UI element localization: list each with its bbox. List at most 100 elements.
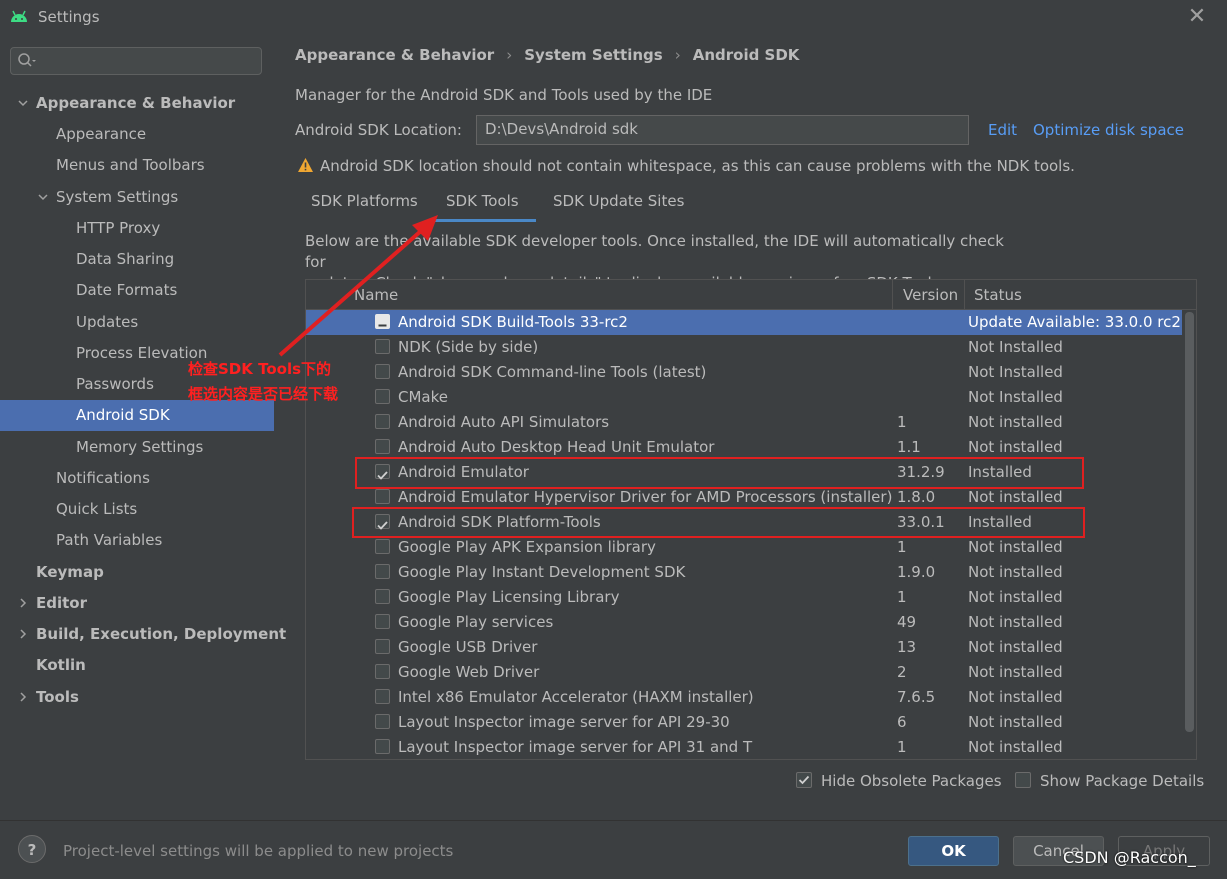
table-row[interactable]: Google Web Driver 2 Not installed [306, 660, 1182, 685]
warning-icon [298, 158, 313, 172]
hide-obsolete-checkbox[interactable] [796, 772, 812, 788]
sidebar-item-label: Notifications [56, 469, 150, 487]
row-checkbox[interactable] [375, 739, 390, 754]
breadcrumb-separator-icon: › [674, 46, 681, 64]
sidebar-item-label: Android SDK [76, 406, 170, 424]
checkmark-icon [798, 775, 810, 785]
row-checkbox[interactable] [375, 689, 390, 704]
breadcrumb-separator-icon: › [506, 46, 513, 64]
row-checkbox[interactable] [375, 714, 390, 729]
cell-name: Google Play services [398, 613, 554, 631]
cell-version: 13 [897, 638, 917, 656]
sidebar-item-path-variables[interactable]: Path Variables [0, 525, 274, 556]
table-row[interactable]: Layout Inspector image server for API 29… [306, 710, 1182, 735]
row-checkbox[interactable] [375, 364, 390, 379]
table-row[interactable]: Google USB Driver 13 Not installed [306, 635, 1182, 660]
cell-name: Google USB Driver [398, 638, 538, 656]
sidebar-item-system-settings[interactable]: System Settings [0, 182, 274, 213]
sidebar-item-build-execution-deployment[interactable]: Build, Execution, Deployment [0, 619, 286, 650]
sidebar-item-label: Kotlin [36, 656, 86, 674]
row-checkbox[interactable] [375, 589, 390, 604]
show-package-details-checkbox[interactable] [1015, 772, 1031, 788]
sdk-location-field[interactable]: D:\Devs\Android sdk [476, 115, 969, 145]
table-row[interactable]: Intel x86 Emulator Accelerator (HAXM ins… [306, 685, 1182, 710]
table-row[interactable]: Layout Inspector image server for API 31… [306, 735, 1182, 759]
row-checkbox[interactable] [375, 614, 390, 629]
hide-obsolete-label[interactable]: Hide Obsolete Packages [821, 772, 1002, 790]
cell-status: Not installed [968, 638, 1063, 656]
sidebar-item-label: Data Sharing [76, 250, 175, 268]
row-checkbox[interactable] [375, 639, 390, 654]
footer-hint: Project-level settings will be applied t… [63, 842, 454, 860]
row-checkbox[interactable] [375, 439, 390, 454]
sidebar-item-appearance[interactable]: Appearance [0, 119, 274, 150]
chevron-right-icon [20, 598, 27, 608]
sidebar-item-android-sdk[interactable]: Android SDK [0, 400, 274, 431]
table-row[interactable]: CMake Not Installed [306, 385, 1182, 410]
sidebar-item-kotlin[interactable]: Kotlin [0, 650, 274, 681]
row-checkbox[interactable] [375, 389, 390, 404]
table-row[interactable]: Google Play services 49 Not installed [306, 610, 1182, 635]
breadcrumb-item[interactable]: System Settings [524, 46, 663, 64]
sidebar-item-updates[interactable]: Updates [0, 307, 274, 338]
cell-status: Not installed [968, 738, 1063, 756]
breadcrumb: Appearance & Behavior › System Settings › An… [295, 46, 799, 64]
annotation-line-1: 检查SDK Tools下的 [188, 360, 332, 378]
cell-status: Not Installed [968, 338, 1063, 356]
cell-name: Google Web Driver [398, 663, 540, 681]
sidebar-item-label: Passwords [76, 375, 154, 393]
cell-status: Not Installed [968, 388, 1063, 406]
chevron-right-icon [20, 629, 27, 639]
sidebar-item-label: Keymap [36, 563, 104, 581]
cell-name: Google Play Instant Development SDK [398, 563, 686, 581]
sidebar-item-quick-lists[interactable]: Quick Lists [0, 494, 274, 525]
cell-status: Update Available: 33.0.0 rc2 [968, 313, 1181, 331]
sidebar-item-label: System Settings [56, 188, 179, 206]
row-checkbox[interactable] [375, 489, 390, 504]
cell-status: Not installed [968, 588, 1063, 606]
scrollbar-thumb[interactable] [1185, 312, 1194, 732]
breadcrumb-item[interactable]: Appearance & Behavior [295, 46, 494, 64]
optimize-disk-space-link[interactable]: Optimize disk space [1033, 121, 1184, 139]
table-row[interactable]: Google Play APK Expansion library 1 Not in… [306, 535, 1182, 560]
sidebar-item-menus-toolbars[interactable]: Menus and Toolbars [0, 150, 274, 181]
row-checkbox[interactable] [375, 564, 390, 579]
table-row[interactable]: Android Auto API Simulators 1 Not installe… [306, 410, 1182, 435]
sidebar-item-label: Editor [36, 594, 87, 612]
help-button[interactable]: ? [18, 835, 46, 863]
sidebar-item-appearance-behavior[interactable]: Appearance & Behavior [0, 88, 274, 119]
sdk-location-label: Android SDK Location: [295, 121, 462, 139]
table-row[interactable]: Google Play Licensing Library 1 Not instal… [306, 585, 1182, 610]
page-description: Manager for the Android SDK and Tools us… [295, 86, 713, 104]
column-header-version[interactable]: Version [903, 286, 958, 304]
edit-link[interactable]: Edit [988, 121, 1017, 139]
table-row[interactable]: Google Play Instant Development SDK 1.9.0… [306, 560, 1182, 585]
sidebar-item-tools[interactable]: Tools [0, 682, 274, 713]
tab-sdk-update-sites[interactable]: SDK Update Sites [553, 192, 684, 222]
sidebar-item-http-proxy[interactable]: HTTP Proxy [0, 213, 274, 244]
search-input[interactable] [10, 47, 262, 75]
row-checkbox[interactable] [375, 539, 390, 554]
cell-status: Not Installed [968, 363, 1063, 381]
sidebar-item-keymap[interactable]: Keymap [0, 557, 274, 588]
sidebar-item-label: Menus and Toolbars [56, 156, 205, 174]
show-package-details-label[interactable]: Show Package Details [1040, 772, 1204, 790]
sidebar-item-date-formats[interactable]: Date Formats [0, 275, 274, 306]
cell-status: Not installed [968, 613, 1063, 631]
cell-version: 7.6.5 [897, 688, 936, 706]
sidebar-item-data-sharing[interactable]: Data Sharing [0, 244, 274, 275]
sidebar-item-label: Build, Execution, Deployment [36, 625, 287, 643]
annotation-line-2: 框选内容是否已经下载 [188, 385, 339, 403]
row-checkbox[interactable] [375, 414, 390, 429]
cell-version: 1 [897, 588, 907, 606]
breadcrumb-item: Android SDK [692, 46, 800, 64]
row-checkbox[interactable] [375, 664, 390, 679]
close-icon[interactable]: ✕ [1186, 6, 1208, 28]
sidebar-item-memory-settings[interactable]: Memory Settings [0, 432, 274, 463]
cell-status: Not installed [968, 663, 1063, 681]
sidebar-item-notifications[interactable]: Notifications [0, 463, 274, 494]
sidebar-item-editor[interactable]: Editor [0, 588, 274, 619]
column-header-status[interactable]: Status [974, 286, 1022, 304]
ok-button[interactable]: OK [908, 836, 999, 866]
watermark: CSDN @Raccon_ [1063, 848, 1196, 867]
